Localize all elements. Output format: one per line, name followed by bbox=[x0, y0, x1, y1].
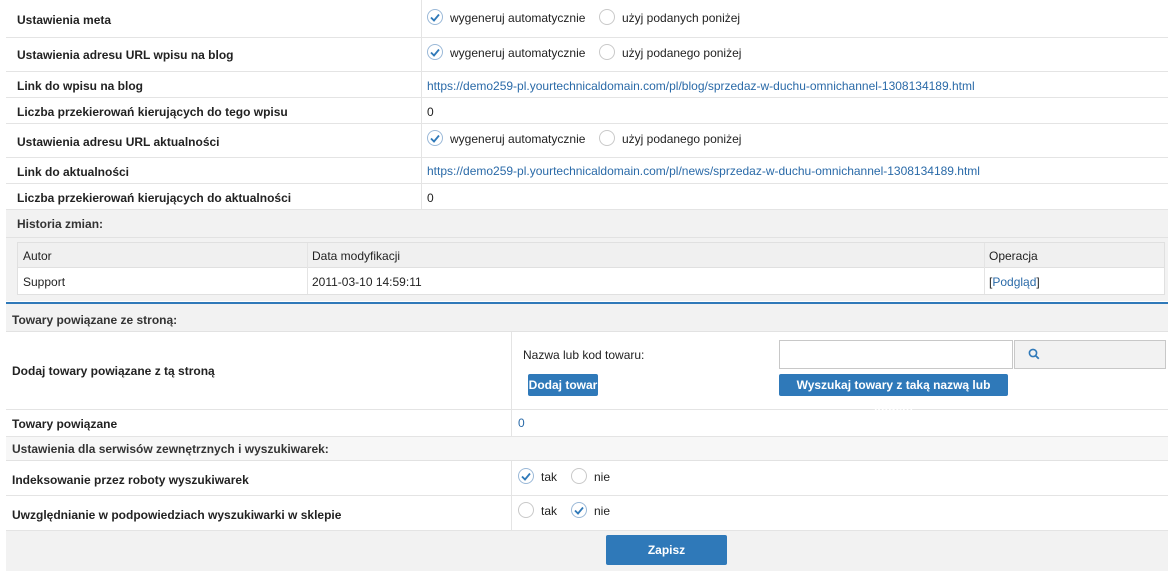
save-button[interactable]: Zapisz bbox=[606, 535, 727, 565]
blog-url-auto-radio[interactable] bbox=[427, 44, 443, 60]
related-count-label: Towary powiązane bbox=[12, 417, 118, 431]
history-col-operation: Operacja bbox=[989, 249, 1038, 263]
suggest-no-label[interactable]: nie bbox=[594, 504, 610, 518]
indexing-yes-radio[interactable] bbox=[518, 468, 534, 484]
news-link-label: Link do aktualności bbox=[17, 165, 130, 179]
history-title: Historia zmian: bbox=[17, 217, 104, 231]
news-redirects-value: 0 bbox=[427, 191, 434, 205]
indexing-yes-label[interactable]: tak bbox=[541, 470, 557, 484]
news-redirects-label: Liczba przekierowań kierujących do aktua… bbox=[17, 191, 292, 205]
history-col-date: Data modyfikacji bbox=[312, 249, 401, 263]
suggest-yes-label[interactable]: tak bbox=[541, 504, 557, 518]
product-search-button[interactable] bbox=[1014, 340, 1166, 369]
product-search-input[interactable] bbox=[779, 340, 1013, 369]
external-section-header: Ustawienia dla serwisów zewnętrznych i w… bbox=[6, 437, 1168, 461]
news-url-auto-label[interactable]: wygeneruj automatycznie bbox=[450, 132, 585, 146]
blog-url-manual-label[interactable]: użyj podanego poniżej bbox=[622, 46, 741, 60]
column-divider bbox=[511, 332, 512, 437]
bracket-close: ] bbox=[1036, 275, 1040, 289]
history-row-author: Support bbox=[23, 275, 66, 289]
add-related-label: Dodaj towary powiązane z tą stroną bbox=[12, 364, 215, 378]
footer-bar bbox=[6, 531, 1168, 571]
meta-manual-label[interactable]: użyj podanych poniżej bbox=[622, 11, 740, 25]
indexing-no-radio[interactable] bbox=[571, 468, 587, 484]
news-url-auto-radio[interactable] bbox=[427, 130, 443, 146]
suggest-label: Uwzględnianie w podpowiedziach wyszukiwa… bbox=[12, 508, 342, 522]
checkmark-icon bbox=[521, 472, 531, 481]
search-products-button[interactable]: Wyszukaj towary z taką nazwą lub kodem bbox=[779, 374, 1008, 414]
history-col-divider bbox=[307, 243, 308, 294]
history-table: Autor Data modyfikacji Operacja Support … bbox=[17, 242, 1165, 295]
checkmark-icon bbox=[430, 134, 440, 143]
news-url-manual-radio[interactable] bbox=[599, 130, 615, 146]
meta-auto-label[interactable]: wygeneruj automatycznie bbox=[450, 11, 585, 25]
history-section-header: Historia zmian: bbox=[6, 210, 1168, 238]
blog-url-manual-radio[interactable] bbox=[599, 44, 615, 60]
blog-url-auto-label[interactable]: wygeneruj automatycznie bbox=[450, 46, 585, 60]
related-count-link[interactable]: 0 bbox=[518, 416, 525, 430]
news-link-url[interactable]: https://demo259-pl.yourtechnicaldomain.c… bbox=[427, 164, 980, 178]
blog-redirects-value: 0 bbox=[427, 105, 434, 119]
meta-settings-row bbox=[6, 0, 1168, 38]
checkmark-icon bbox=[430, 13, 440, 22]
search-icon bbox=[1028, 348, 1040, 360]
suggest-yes-radio[interactable] bbox=[518, 502, 534, 518]
product-name-label: Nazwa lub kod towaru: bbox=[523, 348, 645, 362]
news-url-settings-label: Ustawienia adresu URL aktualności bbox=[17, 135, 220, 149]
blog-link-label: Link do wpisu na blog bbox=[17, 79, 143, 93]
blog-url-settings-label: Ustawienia adresu URL wpisu na blog bbox=[17, 48, 234, 62]
meta-manual-radio[interactable] bbox=[599, 9, 615, 25]
preview-link[interactable]: Podgląd bbox=[992, 275, 1036, 289]
column-divider bbox=[511, 461, 512, 531]
indexing-no-label[interactable]: nie bbox=[594, 470, 610, 484]
meta-settings-label: Ustawienia meta bbox=[17, 13, 112, 27]
related-section-title: Towary powiązane ze stroną: bbox=[12, 313, 178, 327]
related-section-header: Towary powiązane ze stroną: bbox=[6, 304, 1168, 332]
meta-auto-radio[interactable] bbox=[427, 9, 443, 25]
news-url-manual-label[interactable]: użyj podanego poniżej bbox=[622, 132, 741, 146]
suggest-no-radio[interactable] bbox=[571, 502, 587, 518]
external-section-title: Ustawienia dla serwisów zewnętrznych i w… bbox=[12, 442, 329, 456]
column-divider bbox=[421, 0, 422, 210]
add-product-button[interactable]: Dodaj towar bbox=[528, 374, 598, 396]
related-count-row bbox=[6, 410, 1168, 437]
checkmark-icon bbox=[574, 506, 584, 515]
history-col-author: Autor bbox=[23, 249, 52, 263]
history-col-divider bbox=[984, 243, 985, 294]
history-row-operation: [Podgląd] bbox=[989, 275, 1040, 289]
indexing-label: Indeksowanie przez roboty wyszukiwarek bbox=[12, 473, 249, 487]
checkmark-icon bbox=[430, 48, 440, 57]
blog-link-url[interactable]: https://demo259-pl.yourtechnicaldomain.c… bbox=[427, 79, 975, 93]
history-row-date: 2011-03-10 14:59:11 bbox=[312, 275, 422, 289]
blog-redirects-label: Liczba przekierowań kierujących do tego … bbox=[17, 105, 288, 119]
